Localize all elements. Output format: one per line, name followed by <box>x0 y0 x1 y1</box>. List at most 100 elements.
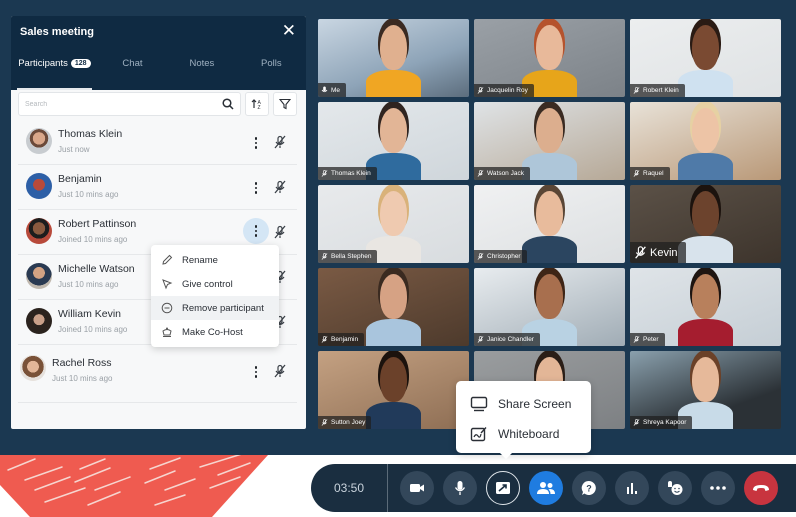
participant-name: Benjamin <box>58 173 102 185</box>
menu-item-label: Rename <box>182 254 218 266</box>
end-call-button[interactable] <box>744 471 778 505</box>
video-tile[interactable]: Christopher <box>474 185 625 263</box>
mic-muted-icon <box>477 253 484 260</box>
person-head <box>691 25 720 71</box>
whiteboard-icon <box>470 427 487 442</box>
participant-row[interactable]: Benjamin Just 10 mins ago <box>18 165 297 210</box>
video-tile[interactable]: Kevin <box>630 185 781 263</box>
mic-muted-icon <box>634 246 647 259</box>
video-tile[interactable]: Watson Jack <box>474 102 625 180</box>
share-popup: Share Screen Whiteboard <box>456 381 591 459</box>
mic-muted-icon[interactable] <box>273 180 287 194</box>
menu-item-label: Give control <box>182 278 233 290</box>
qa-button[interactable]: ? <box>572 471 606 505</box>
participant-row[interactable]: Thomas Klein Just now <box>18 120 297 165</box>
person-head <box>691 108 720 154</box>
participant-name: Thomas Klein <box>58 128 123 140</box>
person-body <box>678 70 733 97</box>
more-options-button[interactable] <box>249 134 263 152</box>
participant-status: Joined 10 mins ago <box>58 325 128 334</box>
tile-name: Robert Klein <box>643 87 679 94</box>
participant-name: Robert Pattinson <box>58 218 137 230</box>
video-tile[interactable]: Benjamin <box>318 268 469 346</box>
microphone-icon <box>454 481 466 495</box>
share-screen-option[interactable]: Share Screen <box>470 389 591 419</box>
search-input[interactable] <box>25 100 222 108</box>
participant-row[interactable]: Rachel Ross Just 10 mins ago <box>18 345 297 403</box>
participant-name-tag: Christopher <box>474 250 527 263</box>
reactions-button[interactable] <box>658 471 692 505</box>
tab-chat[interactable]: Chat <box>98 54 167 90</box>
video-tile[interactable]: Peter <box>630 268 781 346</box>
video-tile[interactable]: Janice Chandler <box>474 268 625 346</box>
video-tile[interactable]: Robert Klein <box>630 19 781 97</box>
hand-smile-icon <box>668 481 683 495</box>
sort-az-icon: AZ <box>251 99 262 110</box>
tab-polls[interactable]: Polls <box>237 54 306 90</box>
video-tile[interactable]: Raquel <box>630 102 781 180</box>
tile-name: Benjamin <box>331 336 359 343</box>
sort-button[interactable]: AZ <box>245 92 269 116</box>
video-tile[interactable]: Bella Stephen <box>318 185 469 263</box>
person-body <box>678 319 733 346</box>
filter-icon <box>279 98 291 110</box>
mic-muted-icon[interactable] <box>273 225 287 239</box>
minus-circle-icon <box>160 302 174 314</box>
menu-item-make-co-host[interactable]: Make Co-Host <box>151 320 279 344</box>
more-options-button-active[interactable] <box>243 218 269 244</box>
whiteboard-label: Whiteboard <box>498 427 560 441</box>
participants-toolbar: AZ <box>18 92 297 116</box>
video-tile[interactable]: Shreya Kapoor <box>630 351 781 429</box>
tile-name: Thomas Klein <box>331 170 371 177</box>
filter-button[interactable] <box>273 92 297 116</box>
tab-notes[interactable]: Notes <box>167 54 236 90</box>
mic-muted-icon[interactable] <box>273 364 287 378</box>
video-tile[interactable]: Me <box>318 19 469 97</box>
more-options-button[interactable] <box>249 363 263 381</box>
person-head <box>379 108 408 154</box>
meeting-title: Sales meeting <box>20 26 94 38</box>
whiteboard-option[interactable]: Whiteboard <box>470 419 591 449</box>
participant-name-tag: Thomas Klein <box>318 167 377 180</box>
cursor-icon <box>160 278 174 290</box>
person-body <box>678 236 733 263</box>
menu-item-rename[interactable]: Rename <box>151 248 279 272</box>
menu-item-remove-participant[interactable]: Remove participant <box>151 296 279 320</box>
video-grid: Me Jacquelin Roy Robert Klein Thomas Klein W… <box>318 19 783 429</box>
mic-muted-icon <box>321 253 328 260</box>
monitor-icon <box>470 396 488 412</box>
video-tile[interactable]: Thomas Klein <box>318 102 469 180</box>
person-body <box>522 236 577 263</box>
call-timer: 03:50 <box>311 464 388 512</box>
question-bubble-icon: ? <box>581 480 596 495</box>
search-icon[interactable] <box>222 98 234 110</box>
participants-panel: Sales meeting ✕ Participants 128 Chat Not… <box>11 16 306 429</box>
participant-context-menu: Rename Give control Remove participant M… <box>151 245 279 347</box>
more-button[interactable] <box>701 471 735 505</box>
person-body <box>678 153 733 180</box>
avatar <box>20 355 46 381</box>
person-head <box>691 191 720 237</box>
participants-button[interactable] <box>529 471 563 505</box>
video-tile[interactable]: Sutton Joey <box>318 351 469 429</box>
menu-item-give-control[interactable]: Give control <box>151 272 279 296</box>
tile-name: Janice Chandler <box>487 336 534 343</box>
person-head <box>379 25 408 71</box>
pencil-icon <box>160 254 174 266</box>
close-icon[interactable]: ✕ <box>282 22 296 39</box>
tile-name: Jacquelin Roy <box>487 87 528 94</box>
participant-name-tag: Kevin <box>630 242 686 263</box>
video-tile[interactable]: Jacquelin Roy <box>474 19 625 97</box>
camera-button[interactable] <box>400 471 434 505</box>
share-button[interactable] <box>486 471 520 505</box>
person-head <box>379 274 408 320</box>
more-options-button[interactable] <box>249 179 263 197</box>
crown-icon <box>160 326 174 338</box>
participant-name-tag: Jacquelin Roy <box>474 84 534 97</box>
microphone-button[interactable] <box>443 471 477 505</box>
tab-participants[interactable]: Participants 128 <box>11 54 98 90</box>
mic-muted-icon[interactable] <box>273 135 287 149</box>
polls-button[interactable] <box>615 471 649 505</box>
person-head <box>691 274 720 320</box>
avatar <box>26 263 52 289</box>
